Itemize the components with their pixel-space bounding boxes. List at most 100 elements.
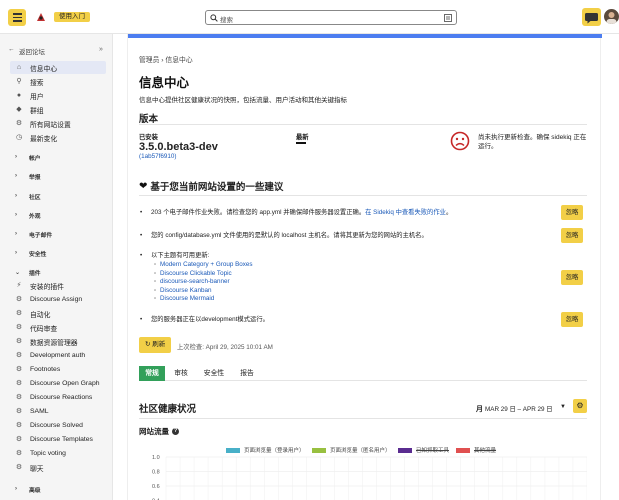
commit-link[interactable]: (1ab57f6910) (139, 153, 176, 160)
legend-swatch (456, 447, 470, 453)
gear-icon: ⚙ (15, 435, 23, 443)
legend-item[interactable]: 已知抓取工具 (398, 446, 449, 454)
settings-gear-button[interactable]: ⚙ (573, 399, 587, 413)
caret-down-icon[interactable]: ▼ (560, 404, 566, 410)
calendar-month-icon: 月 (476, 406, 483, 413)
legend-swatch (312, 447, 326, 453)
sidekiq-failed-jobs-link[interactable]: 在 Sidekiq 中查看失败的作业 (365, 209, 446, 216)
gear-icon: ⚙ (15, 309, 23, 317)
sidebar-item-plugin[interactable]: ⚙ 代码审查 (10, 321, 106, 334)
group-icon: ◆ (16, 105, 22, 113)
gear-icon: ⚙ (15, 379, 23, 387)
tab-moderation[interactable]: 审核 (169, 366, 193, 381)
theme-link[interactable]: Discourse Clickable Topic (160, 270, 232, 277)
ignore-button[interactable]: 忽略 (561, 205, 583, 220)
sidebar-item-plugin[interactable]: ⚙ Discourse Open Graph (10, 377, 106, 390)
gear-icon: ⚙ (15, 119, 23, 127)
chat-button[interactable] (582, 8, 601, 26)
chevron-right-icon: › (15, 486, 17, 492)
search-input[interactable]: 搜索 (205, 10, 457, 25)
gear-icon: ⚙ (15, 463, 23, 471)
site-traffic-chart: 1.00.80.60.4 (152, 455, 587, 500)
gear-icon: ⚙ (15, 351, 23, 359)
back-arrow-icon[interactable]: ← (8, 46, 15, 53)
sidebar-item-installed-plugins[interactable]: ⚡ 安装的插件 (10, 279, 106, 292)
ignore-button[interactable]: 忽略 (561, 312, 583, 327)
sidebar-section-appearance[interactable]: › 外观 (10, 209, 106, 221)
sidebar-item-plugin[interactable]: ⚙ Discourse Assign (10, 293, 106, 306)
gear-icon: ⚙ (576, 401, 584, 410)
top-header: 使用入门 搜索 (0, 0, 619, 34)
user-avatar[interactable] (604, 9, 619, 24)
sidebar-section-account[interactable]: › 帐户 (10, 151, 106, 163)
sidebar-item-plugin[interactable]: ⚙ 聊天 (10, 461, 106, 474)
dashboard-panel: 管理员 › 信息中心 信息中心 信息中心提供社区健康状况的快照，包括流量、用户活… (127, 34, 602, 500)
sidebar-item-whats-new[interactable]: ◷ 最新变化 (10, 131, 106, 144)
theme-link[interactable]: Discourse Mermaid (160, 295, 214, 302)
legend-item[interactable]: 其他流量 (456, 446, 496, 454)
sidebar-section-plugins[interactable]: ⌄ 插件 (10, 266, 106, 278)
legend-item[interactable]: 页面浏览量（登录用户） (226, 446, 305, 454)
refresh-button[interactable]: ↻ 刷新 (139, 337, 172, 353)
chevron-right-icon: › (15, 154, 17, 160)
suggestions-heading: ❤ 基于您当前网站设置的一些建议 (139, 180, 284, 194)
sidebar-item-dashboard[interactable]: ⌂ 信息中心 (10, 61, 106, 74)
theme-link[interactable]: Discourse Kanban (160, 287, 211, 294)
sidebar-section-security[interactable]: › 安全性 (10, 247, 106, 259)
installed-version: 3.5.0.beta3-dev (139, 141, 218, 153)
sidebar-section-advanced[interactable]: › 高级 (10, 483, 106, 495)
hamburger-menu-button[interactable] (8, 9, 26, 26)
back-to-forum-link[interactable]: 返回论坛 (19, 46, 45, 56)
breadcrumb[interactable]: 管理员 › 信息中心 (139, 54, 193, 64)
ignore-button[interactable]: 忽略 (561, 228, 583, 243)
date-range-picker[interactable]: 月 MAR 29 日 – APR 29 日 (476, 404, 553, 414)
sidebar-item-plugin[interactable]: ⚙ Discourse Solved (10, 419, 106, 432)
search-icon (210, 14, 218, 22)
sidebar-item-search[interactable]: ⚲ 搜索 (10, 75, 106, 88)
site-logo[interactable] (35, 11, 47, 23)
chevron-right-icon: › (15, 231, 17, 237)
sidebar-item-plugin[interactable]: ⚙ Development auth (10, 349, 106, 362)
divider (139, 418, 587, 419)
y-tick-label: 0.8 (152, 470, 160, 476)
sidebar-item-plugin[interactable]: ⚙ 自动化 (10, 307, 106, 320)
sidebar-item-plugin[interactable]: ⚙ SAML (10, 405, 106, 418)
chevron-right-icon: › (15, 173, 17, 179)
ignore-button[interactable]: 忽略 (561, 270, 583, 285)
last-checked-text: 上次检查: April 29, 2025 10:01 AM (177, 344, 273, 351)
theme-link[interactable]: Modern Category + Group Boxes (160, 261, 253, 268)
sidebar-item-groups[interactable]: ◆ 群组 (10, 103, 106, 116)
get-started-button[interactable]: 使用入门 (54, 12, 90, 22)
sidebar-item-users[interactable]: ● 用户 (10, 89, 106, 102)
legend-swatch (398, 447, 412, 453)
sidebar-item-plugin[interactable]: ⚙ Discourse Templates (10, 433, 106, 446)
y-tick-label: 1.0 (152, 455, 160, 461)
version-heading: 版本 (139, 114, 159, 125)
accent-bar (128, 34, 602, 38)
search-icon: ⚲ (16, 77, 22, 85)
sidebar-section-flags[interactable]: › 举报 (10, 170, 106, 182)
sidebar-item-plugin[interactable]: ⚙ Footnotes (10, 363, 106, 376)
theme-link[interactable]: discourse-search-banner (160, 278, 230, 285)
chevron-right-icon: › (15, 250, 17, 256)
sidebar-item-plugin[interactable]: ⚙ Topic voting (10, 447, 106, 460)
tab-general[interactable]: 常规 (139, 366, 165, 381)
collapse-all-icon[interactable]: » (99, 46, 103, 53)
page-title: 信息中心 (139, 76, 190, 90)
filter-icon[interactable] (444, 14, 452, 22)
tab-security[interactable]: 安全性 (199, 366, 229, 381)
search-placeholder: 搜索 (220, 17, 233, 24)
tab-reports[interactable]: 报告 (235, 366, 259, 381)
dashboard-tabs: 常规 审核 安全性 报告 (139, 366, 587, 381)
chevron-right-icon: › (15, 212, 17, 218)
sidebar-section-email[interactable]: › 电子邮件 (10, 228, 106, 240)
sidebar-item-plugin[interactable]: ⚙ 数据资源管理器 (10, 335, 106, 348)
help-icon[interactable]: ? (172, 428, 179, 435)
theme-update-list: ◦ Modern Category + Group Boxes ◦ Discours… (154, 261, 253, 302)
clock-icon: ◷ (15, 133, 23, 141)
heart-icon: ❤ (139, 180, 148, 192)
sidebar-item-all-settings[interactable]: ⚙ 所有网站设置 (10, 117, 106, 130)
legend-item[interactable]: 页面浏览量（匿名用户） (312, 446, 391, 454)
sidebar-section-community[interactable]: › 社区 (10, 190, 106, 202)
sidebar-item-plugin[interactable]: ⚙ Discourse Reactions (10, 391, 106, 404)
